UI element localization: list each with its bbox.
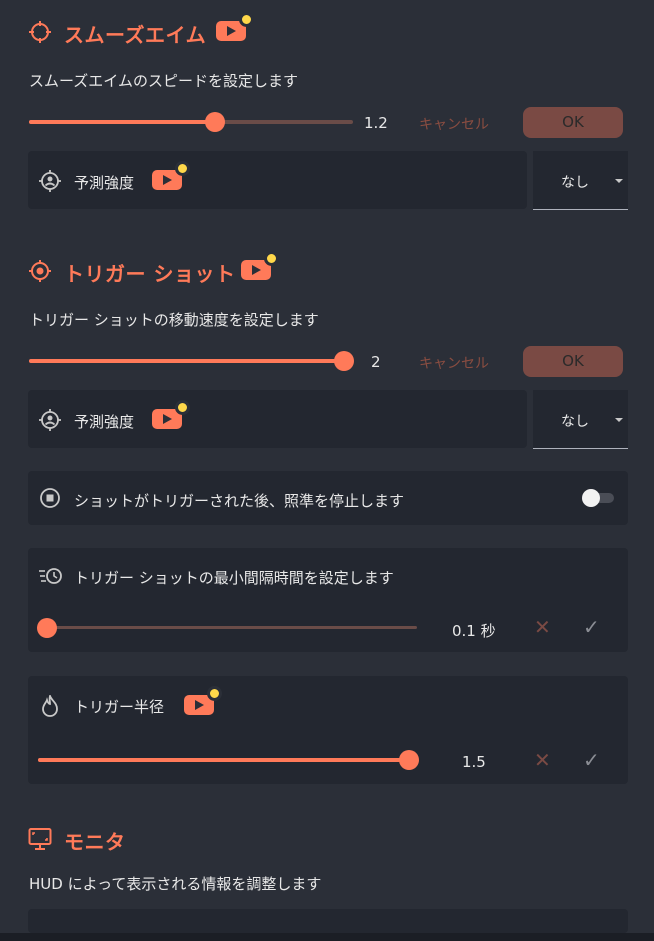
slider-fill	[38, 758, 409, 762]
select-value: なし	[561, 175, 589, 191]
monitor-icon	[28, 828, 52, 850]
prediction-strength-panel: 予測強度	[28, 390, 527, 448]
monitor-panel-partial	[28, 909, 628, 933]
target-person-icon	[39, 170, 61, 192]
crosshair-dot-icon	[29, 260, 51, 282]
chevron-down-icon	[615, 179, 623, 183]
ok-button[interactable]: OK	[523, 346, 623, 377]
trigger-radius-panel: トリガー半径 1.5 ✕ ✓	[28, 676, 628, 784]
monitor-description: HUD によって表示される情報を調整します	[29, 875, 322, 893]
slider-handle[interactable]	[334, 351, 354, 371]
toggle-knob	[582, 489, 600, 507]
bottom-bar	[0, 933, 654, 941]
smooth-aim-description: スムーズエイムのスピードを設定します	[29, 72, 298, 90]
stop-aim-label: ショットがトリガーされた後、照準を停止します	[74, 492, 405, 510]
youtube-icon[interactable]	[152, 161, 190, 190]
check-icon[interactable]: ✓	[583, 748, 600, 772]
slider-handle[interactable]	[205, 112, 225, 132]
timer-speed-icon	[39, 568, 62, 584]
stop-aim-after-trigger-panel: ショットがトリガーされた後、照準を停止します	[28, 471, 628, 525]
check-icon[interactable]: ✓	[583, 615, 600, 639]
youtube-icon[interactable]	[216, 12, 254, 41]
prediction-strength-select[interactable]: なし	[533, 390, 628, 449]
prediction-strength-label: 予測強度	[74, 413, 135, 431]
slider-fill	[29, 120, 215, 124]
section-title-trigger-shot: トリガー ショット	[64, 262, 236, 286]
min-interval-panel: トリガー ショットの最小間隔時間を設定します 0.1 秒 ✕ ✓	[28, 548, 628, 652]
slider-fill	[29, 359, 345, 363]
flame-icon	[42, 695, 58, 717]
slider-track	[46, 626, 417, 629]
prediction-strength-select[interactable]: なし	[533, 151, 628, 210]
close-icon[interactable]: ✕	[534, 748, 551, 772]
stop-circle-icon	[40, 488, 60, 508]
trigger-radius-label: トリガー半径	[74, 698, 165, 716]
youtube-icon[interactable]	[152, 400, 190, 429]
target-person-icon	[39, 409, 61, 431]
trigger-shot-description: トリガー ショットの移動速度を設定します	[29, 311, 319, 329]
close-icon[interactable]: ✕	[534, 615, 551, 639]
select-value: なし	[561, 414, 589, 430]
smooth-aim-value: 1.2	[364, 114, 388, 132]
prediction-strength-label: 予測強度	[74, 174, 135, 192]
cancel-button[interactable]: キャンセル	[419, 353, 489, 373]
youtube-icon[interactable]	[184, 686, 222, 715]
prediction-strength-panel: 予測強度	[28, 151, 527, 209]
slider-handle[interactable]	[399, 750, 419, 770]
slider-handle[interactable]	[37, 618, 57, 638]
trigger-speed-value: 2	[371, 353, 381, 371]
chevron-down-icon	[615, 418, 623, 422]
crosshair-icon	[29, 21, 51, 43]
cancel-button[interactable]: キャンセル	[419, 114, 489, 134]
youtube-icon[interactable]	[241, 251, 279, 280]
stop-aim-toggle[interactable]	[582, 489, 614, 507]
ok-button[interactable]: OK	[523, 107, 623, 138]
min-interval-label: トリガー ショットの最小間隔時間を設定します	[74, 569, 394, 587]
min-interval-value: 0.1 秒	[452, 622, 496, 640]
section-title-smooth-aim: スムーズエイム	[64, 23, 207, 47]
trigger-radius-value: 1.5	[462, 753, 486, 771]
section-title-monitor: モニタ	[64, 830, 126, 854]
